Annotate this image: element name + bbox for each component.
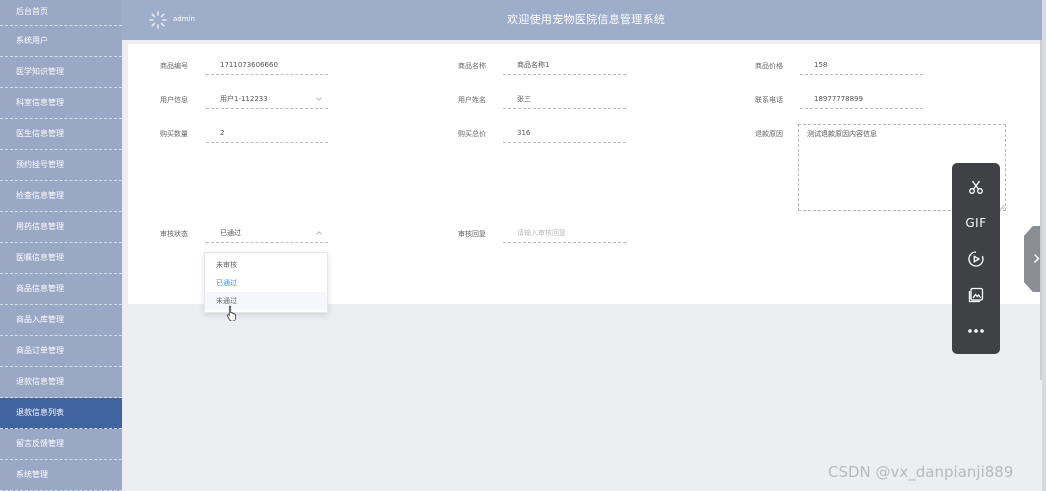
review-status-dropdown: 未审核 已通过 未通过	[204, 252, 328, 313]
user-name-label: 用户姓名	[458, 96, 486, 104]
sidebar-item-system-settings[interactable]: 系统管理	[0, 460, 122, 491]
sidebar-item-stock-in[interactable]: 商品入库管理	[0, 305, 122, 336]
sidebar-item-product-orders[interactable]: 商品订单管理	[0, 336, 122, 367]
user-name-field[interactable]: 张三	[503, 91, 626, 109]
refund-reason-value: 测试退款原因内容信息	[807, 130, 877, 138]
sidebar-item-refund-list[interactable]: 退款信息列表	[0, 398, 122, 429]
watermark: CSDN @vx_danpianji889	[828, 463, 1014, 481]
hand-pointer-icon	[226, 305, 236, 321]
option-rejected[interactable]: 未通过	[205, 292, 327, 310]
page-title: 欢迎使用宠物医院信息管理系统	[507, 13, 666, 26]
phone-label: 联系电话	[755, 96, 783, 104]
scissors-button[interactable]	[952, 169, 1000, 205]
chevron-up-icon	[316, 231, 322, 235]
sidebar-item-medication[interactable]: 用药信息管理	[0, 212, 122, 243]
product-name-label: 商品名称	[458, 62, 486, 70]
username[interactable]: admin	[173, 15, 195, 23]
sidebar-item-doctors[interactable]: 医生信息管理	[0, 119, 122, 150]
chevron-down-icon	[316, 97, 322, 101]
window-edge	[1042, 0, 1046, 491]
gif-button[interactable]: GIF	[952, 205, 1000, 241]
record-button[interactable]	[952, 241, 1000, 277]
phone-field[interactable]: 18977778899	[800, 91, 923, 109]
review-status-label: 审核状态	[160, 230, 188, 238]
sidebar-item-departments[interactable]: 科室信息管理	[0, 88, 122, 119]
gif-icon: GIF	[965, 216, 987, 230]
product-price-field[interactable]: 158	[800, 57, 923, 75]
sidebar-item-refund-management[interactable]: 退款信息管理	[0, 367, 122, 398]
user-info-value: 用户1-112233	[220, 95, 268, 103]
sidebar-item-feedback[interactable]: 留言反馈管理	[0, 429, 122, 460]
sidebar-item-home[interactable]: 后台首页	[0, 0, 122, 26]
more-button[interactable]	[952, 313, 1000, 349]
image-icon	[968, 287, 984, 303]
sidebar-item-products[interactable]: 商品信息管理	[0, 274, 122, 305]
scissors-icon	[969, 180, 983, 194]
option-approved[interactable]: 已通过	[205, 274, 327, 292]
review-status-value: 已通过	[220, 229, 241, 237]
review-reply-input[interactable]: 请输入审核回复	[503, 225, 626, 243]
quantity-field[interactable]: 2	[206, 125, 328, 143]
record-icon	[968, 251, 984, 267]
image-button[interactable]	[952, 277, 1000, 313]
sidebar-item-system-users[interactable]: 系统用户	[0, 26, 122, 57]
refund-reason-label: 退款原因	[755, 130, 783, 138]
product-name-field[interactable]: 商品名称1	[503, 57, 626, 75]
review-reply-label: 审核回复	[458, 230, 486, 238]
sidebar-item-medical-knowledge[interactable]: 医学知识管理	[0, 57, 122, 88]
user-info-select[interactable]: 用户1-112233	[206, 91, 328, 109]
sidebar-item-examinations[interactable]: 检查信息管理	[0, 181, 122, 212]
floating-toolbar: GIF	[952, 163, 1000, 354]
more-icon	[968, 329, 984, 333]
chevron-right-icon	[1034, 254, 1040, 263]
sidebar-item-medical-orders[interactable]: 医嘱信息管理	[0, 243, 122, 274]
user-info-label: 用户信息	[160, 96, 188, 104]
total-label: 购买总价	[458, 130, 486, 138]
spinner-logo-icon	[149, 11, 167, 29]
quantity-label: 购买数量	[160, 130, 188, 138]
product-no-field[interactable]: 1711073606660	[206, 57, 328, 75]
top-header: admin 欢迎使用宠物医院信息管理系统	[122, 0, 1046, 40]
sidebar: 后台首页 系统用户 医学知识管理 科室信息管理 医生信息管理 预约挂号管理 检查…	[0, 0, 122, 491]
option-unreviewed[interactable]: 未审核	[205, 256, 327, 274]
product-no-label: 商品编号	[160, 62, 188, 70]
sidebar-item-appointments[interactable]: 预约挂号管理	[0, 150, 122, 181]
total-field[interactable]: 316	[503, 125, 626, 143]
review-status-select[interactable]: 已通过	[206, 225, 328, 243]
product-price-label: 商品价格	[755, 62, 783, 70]
